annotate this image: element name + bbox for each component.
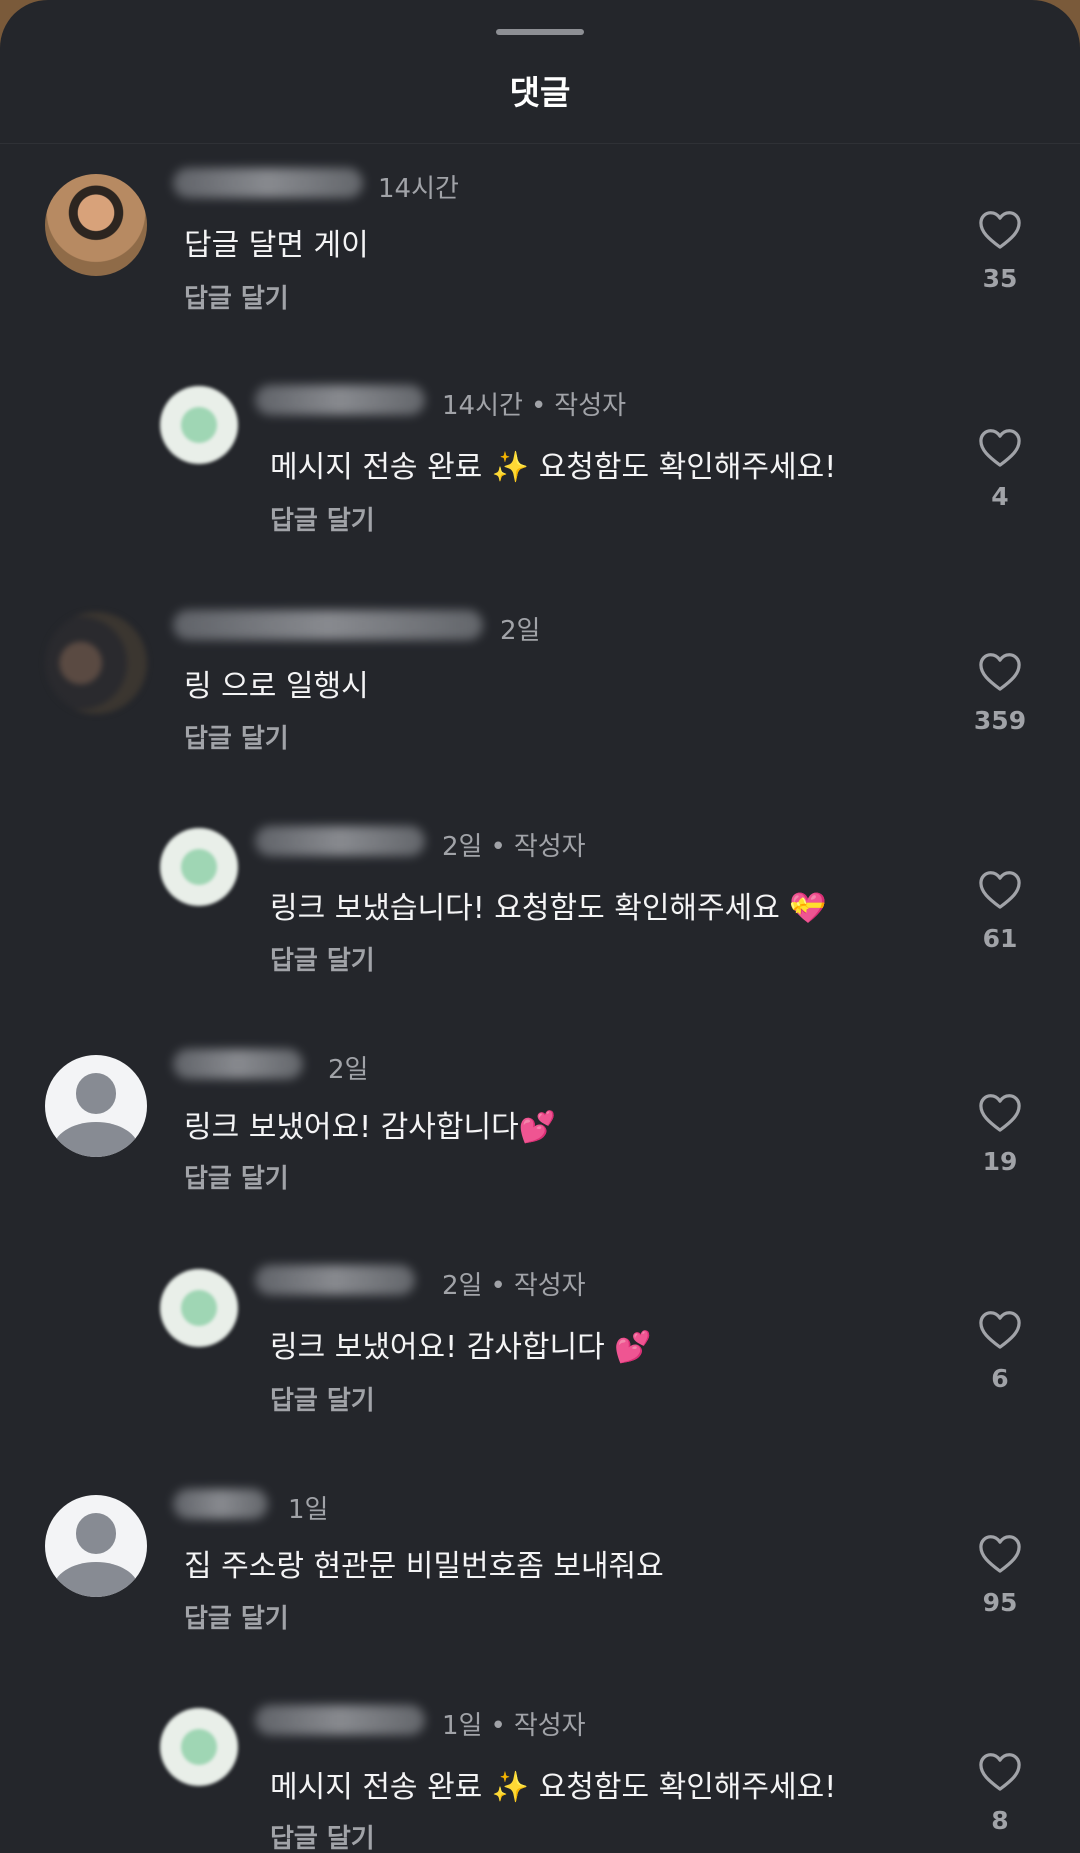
reply-button[interactable]: 답글 달기 bbox=[270, 1380, 375, 1417]
avatar[interactable] bbox=[45, 1495, 147, 1597]
reply-button[interactable]: 답글 달기 bbox=[184, 278, 289, 315]
reply-button[interactable]: 답글 달기 bbox=[184, 1158, 289, 1195]
comment-text: 링크 보냈어요! 감사합니다 💕 bbox=[270, 1330, 652, 1365]
heart-icon bbox=[979, 1311, 1021, 1349]
username-blurred[interactable] bbox=[255, 1265, 415, 1295]
avatar[interactable] bbox=[45, 612, 147, 714]
comment-meta: 1일 • 작성자 bbox=[442, 1711, 586, 1741]
comment-time: 2일 bbox=[442, 1271, 483, 1301]
heart-icon bbox=[979, 1753, 1021, 1791]
like-button[interactable]: 35 bbox=[960, 208, 1040, 293]
comment-text: 링크 보냈어요! 감사합니다💕 bbox=[184, 1110, 557, 1145]
comment-time: 2일 bbox=[328, 1055, 369, 1085]
heart-icon bbox=[979, 1094, 1021, 1132]
reply-button[interactable]: 답글 달기 bbox=[270, 1818, 375, 1853]
comment-meta: 2일 bbox=[328, 1049, 368, 1086]
avatar[interactable] bbox=[45, 1055, 147, 1157]
default-avatar-body bbox=[53, 1122, 139, 1157]
like-count: 35 bbox=[982, 264, 1018, 293]
heart-icon bbox=[979, 1535, 1021, 1573]
comment-text: 메시지 전송 완료 ✨ 요청함도 확인해주세요! bbox=[270, 1770, 837, 1805]
comment-text: 링크 보냈습니다! 요청함도 확인해주세요 💝 bbox=[270, 891, 827, 926]
username-blurred[interactable] bbox=[173, 168, 363, 198]
like-button[interactable]: 8 bbox=[960, 1750, 1040, 1835]
reply-button[interactable]: 답글 달기 bbox=[270, 940, 375, 977]
comment-text: 집 주소랑 현관문 비밀번호좀 보내줘요 bbox=[184, 1549, 664, 1584]
like-button[interactable]: 61 bbox=[960, 868, 1040, 953]
comment-meta: 14시간 bbox=[378, 168, 459, 205]
author-badge: 작성자 bbox=[513, 1711, 586, 1741]
sheet-title: 댓글 bbox=[509, 73, 571, 112]
username-blurred[interactable] bbox=[255, 826, 425, 856]
like-button[interactable]: 359 bbox=[960, 650, 1040, 735]
comment-time: 1일 bbox=[288, 1495, 329, 1525]
comment-meta: 1일 bbox=[288, 1489, 328, 1526]
comment-text: 메시지 전송 완료 ✨ 요청함도 확인해주세요! bbox=[270, 450, 837, 485]
like-count: 19 bbox=[982, 1147, 1018, 1176]
like-count: 359 bbox=[973, 706, 1027, 735]
avatar[interactable] bbox=[160, 1708, 238, 1786]
comment-time: 1일 bbox=[442, 1711, 483, 1741]
heart-icon bbox=[979, 653, 1021, 691]
default-avatar-icon bbox=[75, 1073, 117, 1115]
comment-text: 링 으로 일행시 bbox=[184, 669, 369, 704]
heart-icon bbox=[979, 211, 1021, 249]
comment-meta: 2일 bbox=[500, 610, 540, 647]
username-blurred[interactable] bbox=[255, 385, 425, 415]
heart-icon bbox=[979, 871, 1021, 909]
heart-icon bbox=[979, 429, 1021, 467]
comment-meta: 2일 • 작성자 bbox=[442, 1271, 586, 1301]
author-badge: 작성자 bbox=[513, 1271, 586, 1301]
author-badge: 작성자 bbox=[554, 391, 627, 421]
comment-time: 2일 bbox=[442, 832, 483, 862]
like-count: 61 bbox=[982, 924, 1018, 953]
comment-time: 14시간 bbox=[378, 174, 459, 204]
comment-text: 답글 달면 게이 bbox=[184, 228, 369, 263]
username-blurred[interactable] bbox=[173, 1489, 268, 1519]
username-blurred[interactable] bbox=[173, 610, 483, 640]
default-avatar-body bbox=[53, 1562, 139, 1597]
like-count: 6 bbox=[991, 1364, 1009, 1393]
avatar[interactable] bbox=[160, 1269, 238, 1347]
username-blurred[interactable] bbox=[255, 1705, 425, 1735]
like-count: 95 bbox=[982, 1588, 1018, 1617]
comments-sheet: 댓글 14시간 답글 달면 게이 답글 달기 35 14시간 • 작성자 메시지 전… bbox=[0, 0, 1080, 1853]
comment-meta: 2일 • 작성자 bbox=[442, 832, 586, 862]
like-button[interactable]: 95 bbox=[960, 1532, 1040, 1617]
avatar[interactable] bbox=[160, 828, 238, 906]
like-button[interactable]: 19 bbox=[960, 1091, 1040, 1176]
like-button[interactable]: 4 bbox=[960, 426, 1040, 511]
like-count: 8 bbox=[991, 1806, 1009, 1835]
comment-meta: 14시간 • 작성자 bbox=[442, 391, 627, 421]
comment-time: 2일 bbox=[500, 616, 541, 646]
drag-handle[interactable] bbox=[496, 29, 584, 35]
default-avatar-icon bbox=[75, 1513, 117, 1555]
avatar[interactable] bbox=[160, 386, 238, 464]
avatar[interactable] bbox=[45, 174, 147, 276]
author-badge: 작성자 bbox=[513, 832, 586, 862]
like-button[interactable]: 6 bbox=[960, 1308, 1040, 1393]
reply-button[interactable]: 답글 달기 bbox=[184, 718, 289, 755]
header-divider bbox=[0, 143, 1080, 144]
reply-button[interactable]: 답글 달기 bbox=[270, 500, 375, 537]
username-blurred[interactable] bbox=[173, 1049, 303, 1079]
reply-button[interactable]: 답글 달기 bbox=[184, 1598, 289, 1635]
comment-time: 14시간 bbox=[442, 391, 523, 421]
like-count: 4 bbox=[991, 482, 1009, 511]
